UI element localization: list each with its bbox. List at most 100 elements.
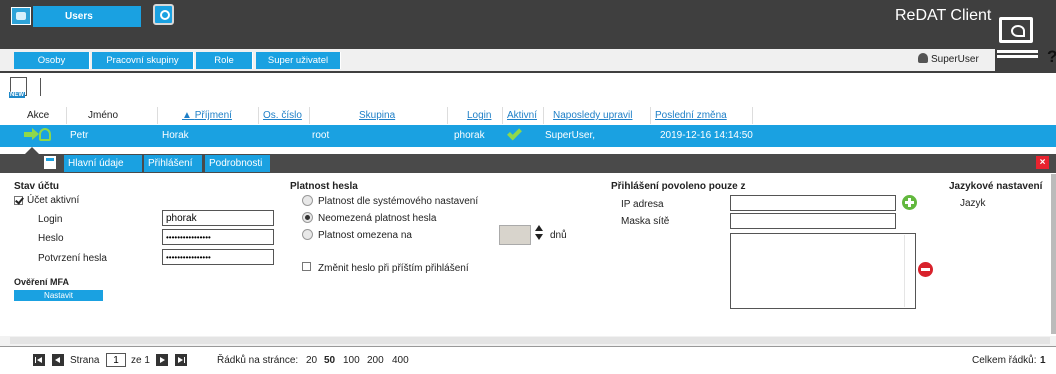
add-icon[interactable] (902, 195, 917, 210)
rows-option-20[interactable]: 20 (306, 355, 317, 366)
column-separator (543, 107, 544, 124)
validity-system-label: Platnost dle systémového nastavení (318, 196, 479, 207)
prev-page-icon[interactable] (52, 354, 64, 366)
password-field[interactable] (162, 229, 274, 245)
column-separator (309, 107, 310, 124)
col-skupina[interactable]: Skupina (359, 110, 395, 121)
validity-limited-radio[interactable] (302, 229, 313, 240)
col-prijmeni-label: Příjmení (194, 110, 232, 121)
validity-system-radio[interactable] (302, 195, 313, 206)
app-title: ReDAT Client (895, 7, 992, 24)
page-input[interactable] (106, 353, 126, 367)
toolbar (0, 72, 1056, 100)
validity-days-input[interactable] (499, 225, 531, 245)
change-next-login-checkbox[interactable] (302, 262, 311, 271)
spinner-icon[interactable] (535, 224, 543, 244)
rows-option-200[interactable]: 200 (367, 355, 384, 366)
col-os-cislo[interactable]: Os. číslo (263, 110, 302, 121)
tab-podrobnosti[interactable]: Podrobnosti (205, 155, 270, 172)
total-rows-label: Celkem řádků: (972, 355, 1037, 366)
allowed-ip-list[interactable] (730, 233, 916, 309)
cell-posledni-zmena: 2019-12-16 14:14:50 (660, 130, 753, 141)
help-button[interactable]: ? (1047, 47, 1056, 67)
open-record-icon[interactable] (24, 128, 39, 141)
mfa-title: Ověření MFA (14, 277, 70, 287)
language-label: Jazyk (960, 198, 986, 209)
column-separator (447, 107, 448, 124)
column-separator (157, 107, 158, 124)
network-mask-field[interactable] (730, 213, 896, 229)
confirm-password-field[interactable] (162, 249, 274, 265)
login-label: Login (38, 214, 63, 225)
table-row[interactable] (0, 125, 1056, 147)
rows-option-50[interactable]: 50 (324, 355, 335, 366)
subtab-role[interactable]: Role (196, 52, 253, 69)
new-record-icon[interactable] (9, 77, 27, 98)
subtab-osoby[interactable]: Osoby (14, 52, 90, 69)
col-aktivni[interactable]: Aktivní (507, 110, 537, 121)
ip-address-label: IP adresa (621, 199, 664, 210)
first-page-icon[interactable] (33, 354, 45, 366)
change-next-login-label: Změnit heslo při příštím přihlášení (318, 263, 469, 274)
validity-unlimited-radio[interactable] (302, 212, 313, 223)
password-label: Heslo (38, 233, 64, 244)
help-module-icon[interactable] (153, 4, 174, 25)
cell-naposledy-upravil: SuperUser, (545, 130, 596, 141)
confirm-password-label: Potvrzení hesla (38, 253, 107, 264)
users-module-icon[interactable] (11, 7, 31, 25)
monitor-base-icon (997, 50, 1038, 58)
rows-option-100[interactable]: 100 (343, 355, 360, 366)
cell-prijmeni: Horak (162, 130, 189, 141)
vertical-scrollbar[interactable] (1051, 174, 1056, 334)
rows-per-page-label: Řádků na stránce: (217, 355, 299, 366)
rows-option-400[interactable]: 400 (392, 355, 409, 366)
validity-title: Platnost hesla (290, 181, 358, 192)
language-title: Jazykové nastavení (949, 181, 1043, 192)
next-page-icon[interactable] (156, 354, 168, 366)
cell-jmeno: Petr (70, 130, 89, 141)
total-rows-value: 1 (1040, 355, 1046, 366)
days-unit-label: dnů (550, 230, 567, 241)
last-page-icon[interactable] (175, 354, 187, 366)
mfa-setup-button[interactable]: Nastavit (14, 290, 103, 301)
account-title: Stav účtu (14, 181, 60, 192)
col-prijmeni[interactable]: ▲ Příjmení (182, 110, 232, 121)
col-naposledy-upravil[interactable]: Naposledy upravil (553, 110, 633, 121)
col-jmeno[interactable]: Jméno (88, 110, 118, 121)
users-tab[interactable]: Users (33, 6, 141, 27)
current-user[interactable]: SuperUser (918, 53, 979, 65)
list-scrollbar[interactable] (904, 235, 914, 307)
validity-unlimited-label: Neomezená platnost hesla (318, 213, 437, 224)
column-separator (752, 107, 753, 124)
page-of-label: ze 1 (131, 355, 150, 366)
account-active-label: Účet aktivní (27, 195, 80, 206)
network-mask-label: Maska sítě (621, 216, 670, 227)
login-field[interactable] (162, 210, 274, 226)
close-icon[interactable]: × (1036, 156, 1049, 169)
cell-skupina: root (312, 130, 330, 141)
user-icon (39, 128, 51, 141)
col-posledni-zmena[interactable]: Poslední změna (655, 110, 727, 121)
page-label: Strana (70, 355, 100, 366)
column-separator (66, 107, 67, 124)
ip-address-field[interactable] (730, 195, 896, 211)
tab-hlavni-udaje[interactable]: Hlavní údaje (64, 155, 142, 172)
user-icon (918, 53, 928, 63)
sort-asc-icon: ▲ (182, 110, 195, 121)
column-separator (502, 107, 503, 124)
monitor-icon (999, 17, 1033, 43)
toolbar-separator (40, 78, 41, 96)
remove-icon[interactable] (918, 262, 933, 277)
horizontal-scroll-thumb[interactable] (10, 337, 1050, 344)
column-separator (650, 107, 651, 124)
validity-limited-label: Platnost omezena na (318, 230, 412, 241)
save-icon[interactable] (44, 156, 56, 169)
subtab-pracovni-skupiny[interactable]: Pracovní skupiny (92, 52, 194, 69)
cell-login: phorak (454, 130, 485, 141)
tab-prihlaseni[interactable]: Přihlášení (144, 155, 202, 172)
subtab-super-uzivatel[interactable]: Super uživatel (256, 52, 341, 69)
account-active-checkbox[interactable] (14, 196, 23, 205)
col-login[interactable]: Login (467, 110, 491, 121)
login-from-title: Přihlášení povoleno pouze z (611, 181, 746, 192)
column-separator (258, 107, 259, 124)
